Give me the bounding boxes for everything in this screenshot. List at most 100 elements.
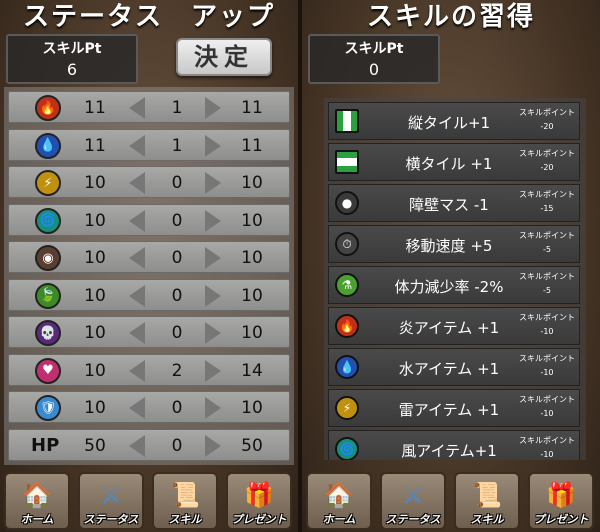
decrease-arrow-icon[interactable]	[129, 322, 145, 344]
increase-arrow-icon[interactable]	[205, 172, 221, 194]
increase-arrow-icon[interactable]	[205, 247, 221, 269]
increase-arrow-icon[interactable]	[205, 97, 221, 119]
stat-row: ⚡ 10 0 10	[8, 166, 290, 198]
skill-cost-label: スキルポイント	[519, 395, 575, 404]
fire-element-icon: 🔥	[35, 95, 61, 121]
stat-added-value: 2	[171, 360, 183, 381]
house-icon: 🏠	[22, 481, 52, 509]
decrease-arrow-icon[interactable]	[129, 434, 145, 457]
heart-element-icon: ♥	[35, 357, 61, 384]
increase-arrow-icon[interactable]	[205, 434, 221, 457]
water-element-icon: 💧	[335, 355, 359, 379]
skill-row[interactable]: 縦タイル+1 スキルポイント -20	[328, 102, 580, 140]
stat-total-value: 10	[241, 398, 263, 418]
skill-cost-label: スキルポイント	[519, 108, 575, 117]
decrease-arrow-icon[interactable]	[129, 209, 145, 232]
increase-arrow-icon[interactable]	[205, 359, 221, 382]
skill-name: 雷アイテム +1	[398, 401, 500, 419]
skill-cost-label: スキルポイント	[519, 231, 575, 240]
skill-row[interactable]: ⚡ 雷アイテム +1 スキルポイント -10	[328, 389, 580, 427]
rock-wall-icon: ●	[335, 191, 359, 215]
nav-status-label: ステータス	[385, 513, 441, 526]
skill-pt-value: 6	[66, 60, 78, 79]
stat-base-value: 11	[84, 98, 106, 118]
increase-arrow-icon[interactable]	[205, 134, 221, 157]
skill-cost-label: スキルポイント	[519, 436, 575, 445]
skill-cost-value: -20	[540, 163, 554, 172]
skill-row[interactable]: ● 障壁マス -1 スキルポイント -15	[328, 184, 580, 222]
increase-arrow-icon[interactable]	[205, 322, 221, 344]
skill-pt-box: スキルPt 0	[308, 34, 440, 84]
stat-total-value: 14	[241, 360, 263, 381]
increase-arrow-icon[interactable]	[205, 397, 221, 419]
skill-cost: スキルポイント -10	[519, 311, 575, 339]
skill-cost: スキルポイント -10	[519, 393, 575, 421]
skill-row[interactable]: 💧 水アイテム +1 スキルポイント -10	[328, 348, 580, 386]
nav-present-button[interactable]: 🎁 プレゼント	[528, 472, 594, 530]
skill-row[interactable]: ⏱ 移動速度 +5 スキルポイント -5	[328, 225, 580, 263]
scroll-icon: 📜	[170, 481, 200, 509]
decrease-arrow-icon[interactable]	[129, 97, 145, 119]
skill-name: 風アイテム+1	[401, 442, 497, 460]
status-up-title: ステータス アップ	[22, 2, 275, 32]
stat-base-value: 11	[84, 135, 106, 156]
decrease-arrow-icon[interactable]	[129, 247, 145, 269]
skill-cost-label: スキルポイント	[519, 313, 575, 322]
nav-home-label: ホーム	[322, 513, 356, 526]
stat-row: 🔥 11 1 11	[8, 91, 290, 123]
decrease-arrow-icon[interactable]	[129, 284, 145, 307]
stopwatch-icon: ⏱	[335, 232, 359, 256]
skill-cost-value: -5	[543, 245, 551, 254]
nav-home-button[interactable]: 🏠 ホーム	[306, 472, 372, 530]
stat-row: 💀 10 0 10	[8, 316, 290, 348]
treasure-chest-icon: 🎁	[244, 481, 274, 509]
increase-arrow-icon[interactable]	[205, 209, 221, 232]
stat-row: 💧 11 1 11	[8, 128, 290, 161]
skill-cost: スキルポイント -20	[519, 147, 575, 175]
skill-cost-value: -10	[540, 450, 554, 459]
nav-status-button[interactable]: ⚔ ステータス	[380, 472, 446, 530]
crossed-swords-icon: ⚔	[402, 481, 424, 509]
decrease-arrow-icon[interactable]	[129, 359, 145, 382]
decrease-arrow-icon[interactable]	[129, 172, 145, 194]
skill-name: 体力減少率 -2%	[394, 278, 504, 296]
decrease-arrow-icon[interactable]	[129, 134, 145, 157]
skill-list[interactable]: 縦タイル+1 スキルポイント -20 横タイル +1 スキルポイント -20 ● 障壁マス -…	[324, 98, 586, 460]
nav-present-button[interactable]: 🎁 プレゼント	[226, 472, 292, 530]
skill-cost: スキルポイント -5	[519, 270, 575, 298]
stat-added-value: 0	[171, 285, 183, 306]
stat-row: ◉ 10 0 10	[8, 241, 290, 273]
skill-learn-panel: スキルの習得 スキルPt 0 縦タイル+1 スキルポイント -20 横タイル +1 スキ…	[302, 0, 600, 532]
stat-added-value: 0	[171, 210, 183, 231]
horizontal-tile-icon	[335, 150, 359, 174]
skill-row[interactable]: 🌀 風アイテム+1 スキルポイント -10	[328, 430, 580, 460]
hp-row: HP 50 0 50	[8, 428, 290, 461]
skill-name: 障壁マス -1	[409, 196, 489, 214]
decide-button[interactable]: 決定	[176, 38, 272, 76]
skill-name: 炎アイテム +1	[398, 319, 500, 337]
decrease-arrow-icon[interactable]	[129, 397, 145, 419]
increase-arrow-icon[interactable]	[205, 284, 221, 307]
skill-cost-label: スキルポイント	[519, 190, 575, 199]
leaf-element-icon: 🍃	[35, 282, 61, 309]
nav-skill-button[interactable]: 📜 スキル	[454, 472, 520, 530]
nav-status-button[interactable]: ⚔ ステータス	[78, 472, 144, 530]
skill-row[interactable]: 横タイル +1 スキルポイント -20	[328, 143, 580, 181]
stat-total-value: 10	[241, 173, 263, 193]
nav-home-button[interactable]: 🏠 ホーム	[4, 472, 70, 530]
skill-cost-value: -10	[540, 368, 554, 377]
nav-home-label: ホーム	[20, 513, 54, 526]
skill-cost-label: スキルポイント	[519, 354, 575, 363]
nav-skill-label: スキル	[168, 513, 202, 526]
fire-element-icon: 🔥	[335, 314, 359, 338]
nav-skill-button[interactable]: 📜 スキル	[152, 472, 218, 530]
skill-cost-value: -10	[540, 327, 554, 336]
skill-row[interactable]: 🔥 炎アイテム +1 スキルポイント -10	[328, 307, 580, 345]
skill-cost: スキルポイント -10	[519, 352, 575, 380]
skill-pt-label: スキルPt	[344, 41, 404, 57]
skill-cost: スキルポイント -15	[519, 188, 575, 216]
nav-present-label: プレゼント	[231, 513, 287, 526]
potion-icon: ⚗	[335, 273, 359, 297]
skill-row[interactable]: ⚗ 体力減少率 -2% スキルポイント -5	[328, 266, 580, 304]
treasure-chest-icon: 🎁	[546, 481, 576, 509]
